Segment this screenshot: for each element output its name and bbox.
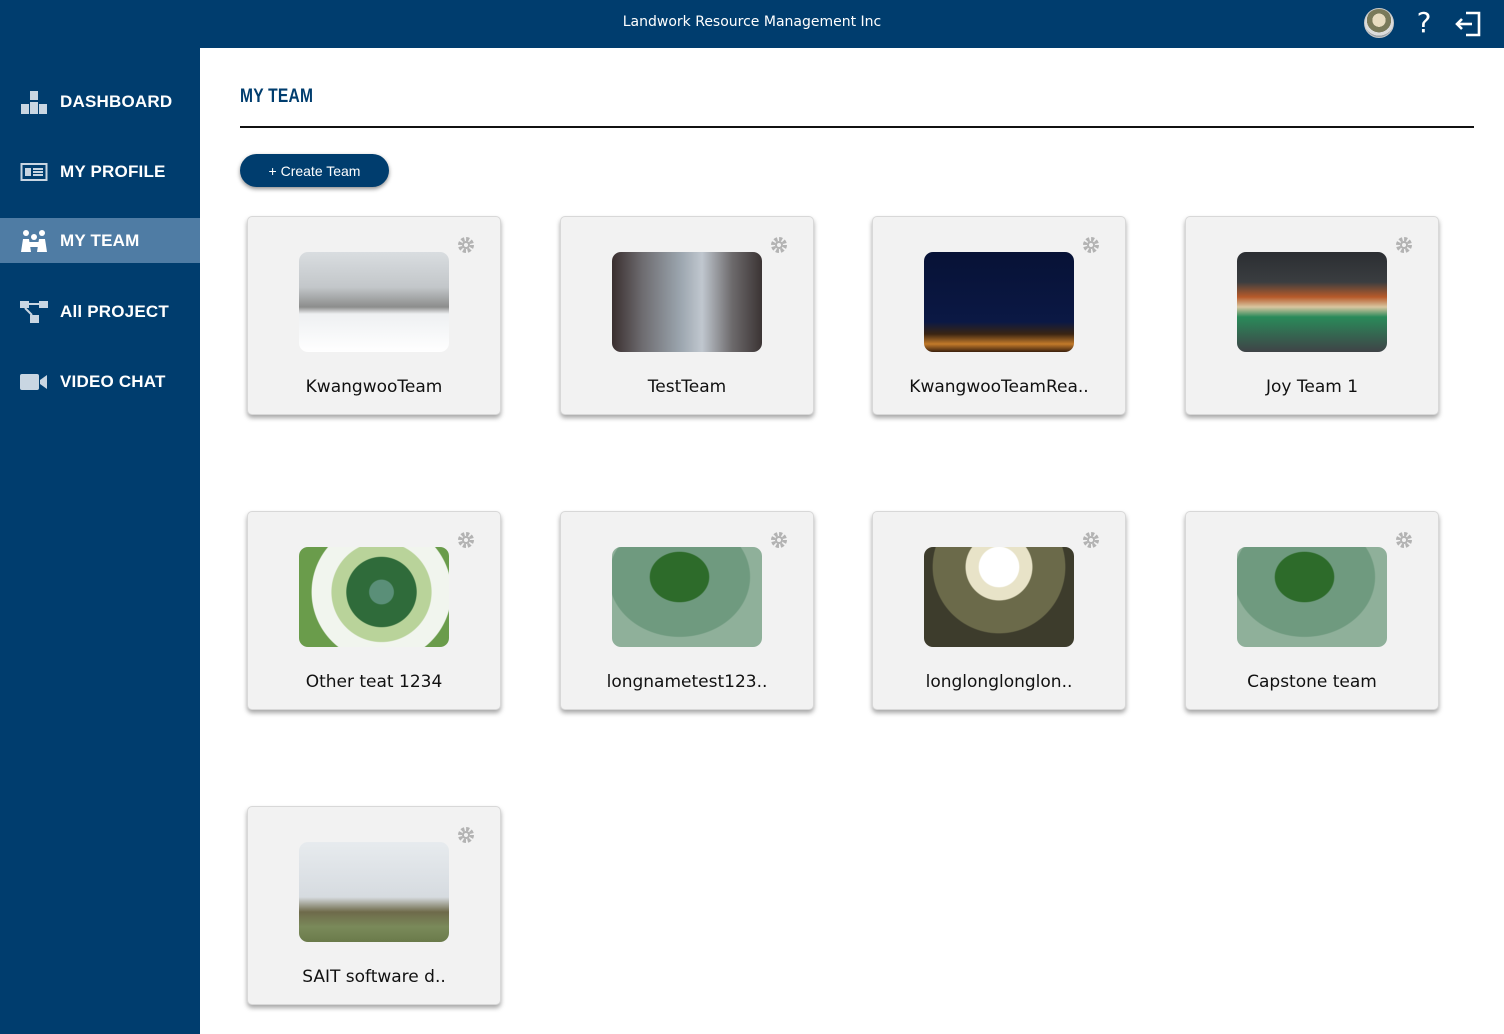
team-image	[1237, 547, 1387, 647]
sidebar-item-my-profile[interactable]: MY PROFILE	[0, 149, 200, 194]
team-image	[612, 547, 762, 647]
title-divider	[240, 126, 1474, 128]
team-name: TestTeam	[647, 377, 727, 397]
sidebar: DASHBOARD MY PROFILE MY TEAM All PROJECT…	[0, 48, 200, 1034]
team-image	[612, 252, 762, 352]
gear-icon[interactable]	[1081, 235, 1101, 255]
team-card[interactable]: KwangwooTeam	[247, 216, 501, 415]
team-name: longlonglonglon..	[925, 672, 1073, 692]
team-image	[924, 547, 1074, 647]
sidebar-item-label: VIDEO CHAT	[60, 371, 166, 391]
dashboard-icon	[19, 89, 49, 115]
video-camera-icon	[19, 369, 49, 395]
gear-icon[interactable]	[1081, 530, 1101, 550]
sidebar-item-all-project[interactable]: All PROJECT	[0, 289, 200, 334]
team-name: KwangwooTeam	[305, 377, 443, 397]
gear-icon[interactable]	[456, 530, 476, 550]
team-name: SAIT software d..	[302, 967, 446, 987]
sidebar-item-my-team[interactable]: MY TEAM	[0, 218, 200, 263]
gear-icon[interactable]	[769, 235, 789, 255]
logout-icon[interactable]	[1454, 10, 1482, 38]
gear-icon[interactable]	[769, 530, 789, 550]
sidebar-item-label: MY TEAM	[60, 230, 140, 250]
sidebar-item-dashboard[interactable]: DASHBOARD	[0, 79, 200, 124]
team-card[interactable]: Joy Team 1	[1185, 216, 1439, 415]
team-image	[299, 547, 449, 647]
team-card[interactable]: Other teat 1234	[247, 511, 501, 710]
top-bar: Landwork Resource Management Inc ?	[0, 0, 1504, 48]
gear-icon[interactable]	[1394, 530, 1414, 550]
team-card[interactable]: KwangwooTeamRea..	[872, 216, 1126, 415]
gear-icon[interactable]	[1394, 235, 1414, 255]
team-name: Capstone team	[1247, 672, 1377, 692]
user-avatar[interactable]	[1364, 8, 1394, 38]
team-card[interactable]: TestTeam	[560, 216, 814, 415]
sidebar-item-label: DASHBOARD	[60, 91, 173, 111]
page-title: MY TEAM	[240, 86, 314, 107]
team-icon	[19, 228, 49, 254]
team-card[interactable]: longnametest123..	[560, 511, 814, 710]
create-team-button[interactable]: + Create Team	[240, 154, 389, 187]
team-name: Joy Team 1	[1265, 377, 1359, 397]
sidebar-item-video-chat[interactable]: VIDEO CHAT	[0, 359, 200, 404]
team-card[interactable]: Capstone team	[1185, 511, 1439, 710]
team-image	[299, 842, 449, 942]
gear-icon[interactable]	[456, 235, 476, 255]
team-card[interactable]: longlonglonglon..	[872, 511, 1126, 710]
team-name: longnametest123..	[606, 672, 768, 692]
team-image	[1237, 252, 1387, 352]
team-image	[299, 252, 449, 352]
sidebar-item-label: All PROJECT	[60, 301, 169, 321]
app-title: Landwork Resource Management Inc	[622, 14, 882, 30]
gear-icon[interactable]	[456, 825, 476, 845]
sidebar-item-label: MY PROFILE	[60, 161, 166, 181]
team-image	[924, 252, 1074, 352]
profile-card-icon	[19, 159, 49, 185]
team-name: KwangwooTeamRea..	[909, 377, 1089, 397]
project-icon	[19, 299, 49, 325]
team-card[interactable]: SAIT software d..	[247, 806, 501, 1005]
help-icon[interactable]: ?	[1412, 6, 1436, 40]
team-name: Other teat 1234	[305, 672, 443, 692]
